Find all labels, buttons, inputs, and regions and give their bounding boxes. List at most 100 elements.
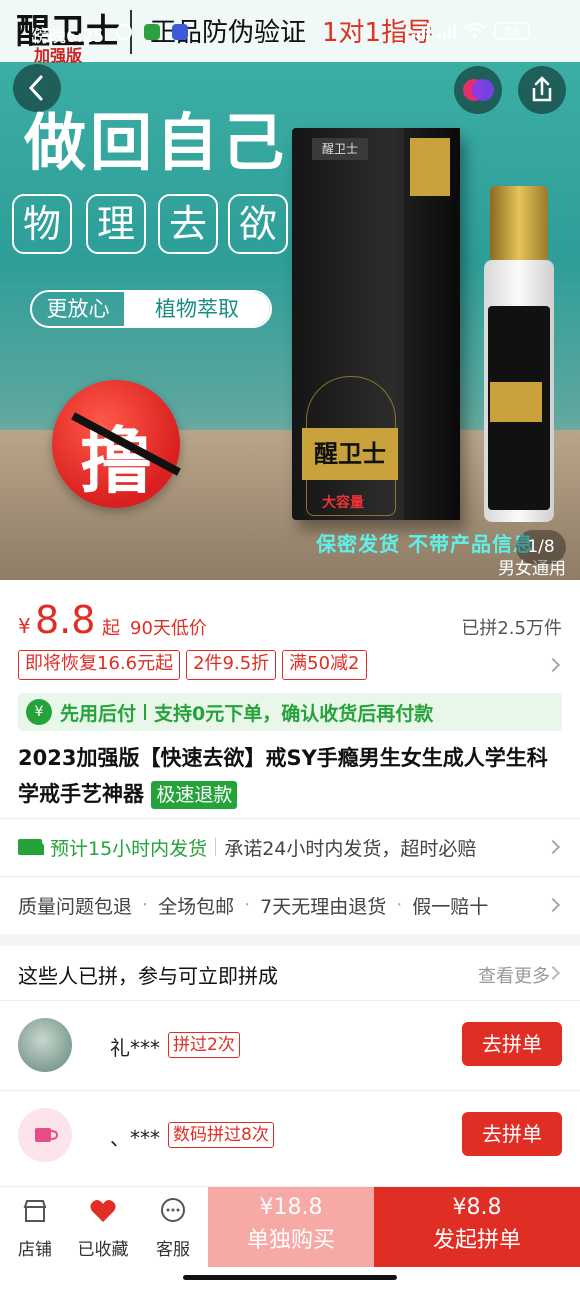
coupon-row[interactable]: 即将恢复16.6元起 2件9.5折 满50减2: [18, 650, 566, 680]
coupon-tag: 即将恢复16.6元起: [18, 650, 181, 680]
bottle-name-plate: [490, 382, 542, 422]
service-item: 全场包邮: [158, 895, 235, 918]
image-pill: 更放心 植物萃取: [30, 290, 272, 328]
avatar: [18, 1018, 72, 1072]
signal-icon: [412, 23, 430, 39]
price-suffix: 起: [102, 618, 120, 639]
product-bottle: [484, 186, 554, 522]
alarm-icon: [116, 24, 132, 40]
bottom-action-bar: 店铺 已收藏 客服 ¥18.8 单独购买 ¥8.8 发起拼单: [0, 1186, 580, 1289]
lowest-price-label: 90天低价: [130, 618, 207, 639]
chat-icon: [161, 1198, 185, 1222]
service-item: 假一赔十: [412, 895, 489, 918]
price-value: 8.8: [35, 598, 96, 642]
group-row: 、*** 数码拼过8次 去拼单: [18, 1108, 566, 1168]
pay-later-banner[interactable]: ¥ 先用后付 支持0元下单，确认收货后再付款: [18, 693, 562, 731]
prohibition-badge: 撸: [52, 380, 181, 508]
divider: [0, 876, 580, 877]
shipping-eta: 预计15小时内发货: [50, 837, 208, 860]
image-tag: 去: [158, 194, 218, 254]
buy-alone-button[interactable]: ¥18.8 单独购买: [208, 1187, 374, 1267]
shipping-promise: 承诺24小时内发货，超时必赔: [224, 837, 477, 860]
status-right: 86: [412, 22, 530, 40]
battery-icon: 86: [494, 22, 530, 40]
group-user-name: 礼***: [110, 1036, 160, 1060]
carousel-pager: 1/8: [516, 530, 566, 564]
service-dot: ·: [244, 894, 251, 916]
chevron-left-icon: [28, 75, 43, 101]
shop-label: 店铺: [18, 1240, 52, 1260]
pill-left: 更放心: [46, 297, 110, 321]
image-tag: 理: [86, 194, 146, 254]
shipping-separator: [215, 838, 217, 856]
shop-button[interactable]: 店铺: [4, 1197, 66, 1260]
favorite-label: 已收藏: [77, 1240, 129, 1260]
service-dot: ·: [142, 894, 149, 916]
share-button[interactable]: [518, 66, 566, 114]
buy-alone-price: ¥18.8: [259, 1195, 323, 1220]
favorite-button[interactable]: 已收藏: [72, 1197, 134, 1260]
image-slogan: 做回自己: [24, 106, 289, 179]
heart-icon: [90, 1200, 116, 1222]
box-name: 醒卫士: [302, 428, 398, 480]
heart-badge-icon: [463, 79, 494, 101]
back-button[interactable]: [13, 64, 61, 112]
buy-alone-label: 单独购买: [246, 1228, 335, 1253]
customer-service-label: 客服: [156, 1240, 190, 1260]
pay-later-text: 支持0元下单，确认收货后再付款: [154, 702, 434, 725]
avatar: [18, 1108, 72, 1162]
start-group-price: ¥8.8: [452, 1195, 502, 1220]
wifi-icon: [464, 23, 486, 38]
start-group-label: 发起拼单: [432, 1228, 521, 1253]
join-group-button[interactable]: 去拼单: [462, 1112, 562, 1156]
status-time: 傍晚6:25: [32, 27, 105, 47]
pay-later-separator: [144, 704, 147, 720]
share-icon: [532, 76, 552, 102]
join-group-button[interactable]: 去拼单: [462, 1022, 562, 1066]
pay-later-title: 先用后付: [60, 702, 137, 725]
product-box: 醒卫士 醒卫士 大容量: [292, 128, 460, 520]
group-header: 这些人已拼，参与可立即拼成 查看更多: [18, 956, 566, 992]
product-title-text: 2023加强版【快速去欲】戒SY手瘾男生女生成人学生科学戒手艺神器: [18, 746, 548, 806]
shop-icon: [23, 1200, 47, 1222]
start-group-button[interactable]: ¥8.8 发起拼单: [374, 1187, 580, 1267]
group-user-badge: 拼过2次: [168, 1032, 240, 1058]
group-title: 这些人已拼，参与可立即拼成: [18, 964, 278, 988]
home-indicator[interactable]: [183, 1275, 397, 1280]
price-currency: ¥: [18, 614, 31, 638]
group-user-badge: 数码拼过8次: [168, 1122, 274, 1148]
price-row: ¥ 8.8 起 90天低价 已拼2.5万件: [18, 596, 566, 646]
cup-icon: [35, 1128, 59, 1142]
pay-later-icon: ¥: [26, 699, 52, 725]
customer-service-button[interactable]: 客服: [142, 1197, 204, 1260]
service-item: 质量问题包退: [18, 895, 133, 918]
divider: [0, 1090, 580, 1091]
group-more-link[interactable]: 查看更多: [478, 962, 550, 988]
box-side-label: [410, 138, 450, 196]
group-row: 礼*** 拼过2次 去拼单: [18, 1018, 566, 1078]
group-user-name: 、***: [110, 1126, 160, 1150]
service-dot: ·: [396, 894, 403, 916]
service-row[interactable]: 质量问题包退 · 全场包邮 · 7天无理由退货 · 假一赔十: [18, 888, 566, 922]
shield-icon: [144, 24, 160, 40]
product-title: 2023加强版【快速去欲】戒SY手瘾男生女生成人学生科学戒手艺神器 极速退款: [18, 740, 566, 812]
signal-icon-2: [438, 23, 456, 39]
image-tag: 欲: [228, 194, 288, 254]
pill-right: 植物萃取: [124, 292, 270, 326]
fast-refund-badge: 极速退款: [151, 781, 238, 809]
app-notification-icon: [172, 24, 188, 40]
image-slogan-secondary: 保密发货 不带产品信息: [316, 532, 534, 556]
sold-count: 已拼2.5万件: [461, 618, 562, 639]
box-small-logo: 醒卫士: [312, 138, 368, 160]
coupon-tag: 2件9.5折: [186, 650, 277, 680]
shipping-row[interactable]: 预计15小时内发货 承诺24小时内发货，超时必赔: [18, 830, 566, 864]
bottle-cap: [490, 186, 548, 262]
truck-icon: [18, 839, 44, 855]
mini-program-button[interactable]: [454, 66, 502, 114]
divider: [0, 1000, 580, 1001]
coupon-tag: 满50减2: [282, 650, 367, 680]
service-item: 7天无理由退货: [260, 895, 387, 918]
image-tag: 物: [12, 194, 72, 254]
divider: [0, 818, 580, 819]
box-capacity: 大容量: [322, 495, 364, 511]
